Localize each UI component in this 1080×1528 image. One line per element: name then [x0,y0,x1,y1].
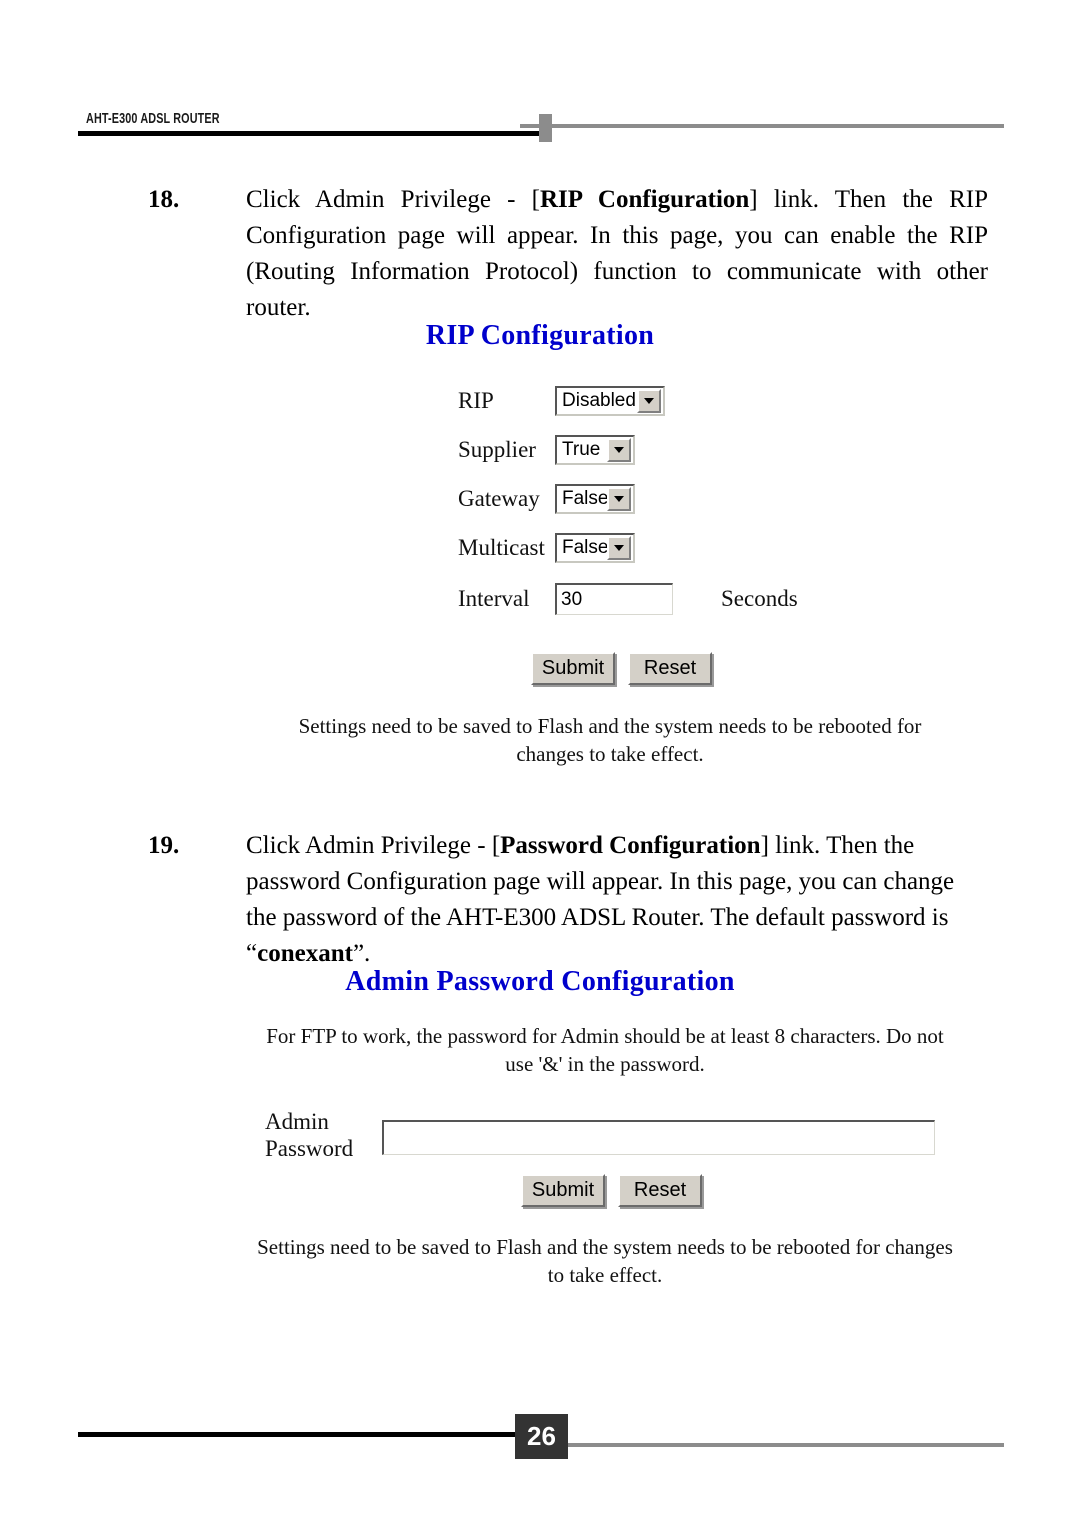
step-19: 19. Click Admin Privilege - [Password Co… [148,828,988,972]
step-18-number: 18. [148,186,180,213]
page-header: AHT-E300 ADSL ROUTER [0,0,1080,150]
chevron-down-icon[interactable] [607,438,631,462]
rip-config-heading: RIP Configuration [425,320,655,351]
chevron-down-icon[interactable] [637,389,661,413]
rip-note-line-1: Settings need to be saved to Flash and t… [298,714,922,738]
admin-password-label-line-2: Password [265,1136,354,1161]
admin-password-info-line-2: use '&' in the password. [505,1052,705,1076]
footer-rule-gray [525,1443,1004,1447]
rip-field-row: RIP Disabled [458,386,665,416]
rip-select[interactable]: Disabled [555,386,665,416]
step-18: 18. Click Admin Privilege - [RIP Configu… [148,182,988,326]
password-note-line-2: to take effect. [547,1263,663,1287]
step-19-bold-term: Password Configuration [500,832,761,859]
admin-password-info-line-1: For FTP to work, the password for Admin … [266,1024,944,1048]
password-submit-button[interactable]: Submit [521,1174,605,1207]
step-19-text-after-2: ”. [352,940,371,967]
step-19-text-before: Click Admin Privilege - [ [246,832,501,859]
gateway-field-row: Gateway False [458,484,635,514]
footer-rule-black [78,1432,558,1437]
step-18-text-before: Click Admin Privilege - [ [246,186,540,213]
password-note-line-1: Settings need to be saved to Flash and t… [257,1235,953,1259]
running-header-title: AHT-E300 ADSL ROUTER [86,110,220,127]
gateway-select-value: False [562,488,607,509]
admin-password-field-label: Admin Password [265,1108,382,1162]
gateway-field-label: Gateway [458,486,540,511]
chevron-down-icon[interactable] [607,487,631,511]
header-rule-gray [520,124,1004,128]
header-rule-black [78,131,550,136]
supplier-select[interactable]: True [555,435,635,465]
password-button-row: Submit Reset [521,1174,702,1207]
multicast-field-row: Multicast False [458,533,635,563]
step-18-text: Click Admin Privilege - [RIP Configurati… [246,182,988,326]
page-number-badge: 26 [515,1414,568,1459]
admin-password-info: For FTP to work, the password for Admin … [255,1022,955,1078]
header-tick-mark [539,114,552,142]
interval-field-row: Interval 30 Seconds [458,583,798,615]
supplier-select-value: True [562,439,601,460]
rip-submit-button[interactable]: Submit [531,652,615,685]
rip-note: Settings need to be saved to Flash and t… [290,712,930,768]
password-note: Settings need to be saved to Flash and t… [250,1233,960,1289]
admin-password-input[interactable] [382,1120,935,1155]
admin-password-heading: Admin Password Configuration [345,966,735,997]
password-reset-button[interactable]: Reset [618,1174,702,1207]
multicast-select[interactable]: False [555,533,635,563]
step-19-number: 19. [148,832,180,859]
interval-field-label: Interval [458,586,530,611]
supplier-field-label: Supplier [458,437,536,462]
supplier-field-row: Supplier True [458,435,635,465]
rip-note-line-2: changes to take effect. [516,742,704,766]
step-19-bold-term-2: conexant [257,940,353,967]
step-18-bold-term: RIP Configuration [540,186,750,213]
rip-button-row: Submit Reset [531,652,712,685]
step-19-text: Click Admin Privilege - [Password Config… [246,828,988,972]
rip-select-value: Disabled [562,390,636,411]
multicast-field-label: Multicast [458,535,545,560]
gateway-select[interactable]: False [555,484,635,514]
interval-unit-label: Seconds [721,586,798,611]
multicast-select-value: False [562,537,607,558]
chevron-down-icon[interactable] [607,536,631,560]
interval-input[interactable]: 30 [555,583,673,615]
rip-field-label: RIP [458,388,494,413]
admin-password-label-line-1: Admin [265,1109,329,1134]
admin-password-field-row: Admin Password [265,1108,935,1162]
rip-reset-button[interactable]: Reset [628,652,712,685]
